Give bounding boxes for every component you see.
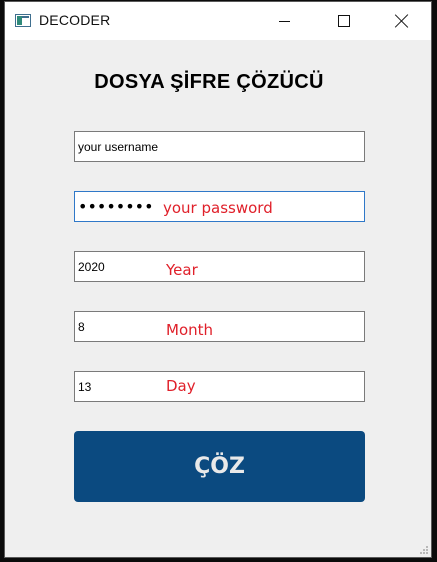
year-hint: Year [166,261,198,279]
month-hint: Month [166,321,214,339]
decode-button[interactable]: ÇÖZ [74,431,365,502]
password-field-box: •••••••• your password [74,191,365,222]
year-field-box: Year [74,251,365,282]
year-input[interactable] [75,252,364,281]
title-bar[interactable]: DECODER [5,2,431,40]
month-input[interactable] [75,312,364,341]
app-window-icon [15,14,31,27]
close-icon [395,14,409,28]
password-hint: your password [163,199,273,217]
close-button[interactable] [373,2,431,40]
day-input[interactable] [75,372,364,401]
minimize-icon [278,20,290,22]
day-field-box: Day [74,371,365,402]
username-field-box [74,131,365,162]
password-mask: •••••••• [78,197,154,216]
window-title: DECODER [39,12,111,28]
resize-grip-icon[interactable] [420,546,428,554]
month-field-box: Month [74,311,365,342]
minimize-button[interactable] [255,2,313,40]
maximize-button[interactable] [315,2,373,40]
decoder-window: DECODER DOSYA ŞİFRE ÇÖZÜCÜ •••••••• your… [4,1,432,558]
page-title: DOSYA ŞİFRE ÇÖZÜCÜ [94,71,324,93]
maximize-icon [338,15,350,27]
username-input[interactable] [75,132,364,161]
day-hint: Day [166,377,196,395]
